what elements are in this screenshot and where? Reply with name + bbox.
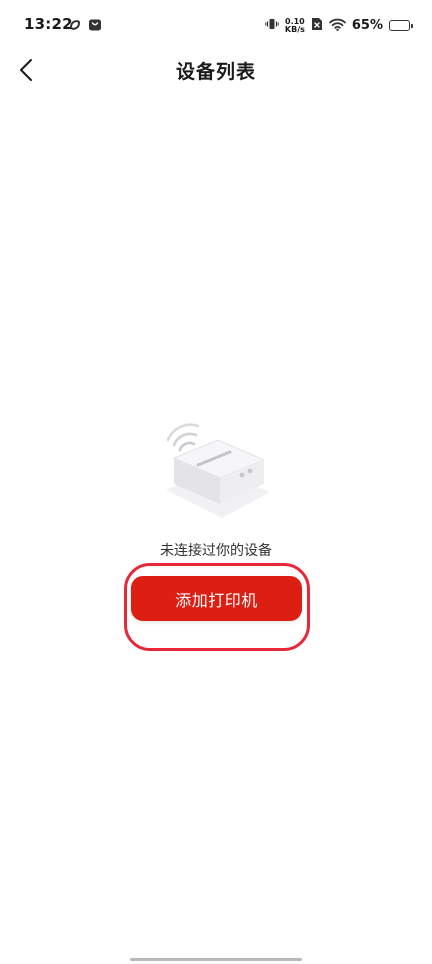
- notification-icons: [68, 17, 102, 36]
- status-right: 0.10 KB/s 65%: [265, 16, 413, 35]
- add-printer-button[interactable]: 添加打印机: [131, 576, 302, 621]
- no-sim-icon: [311, 16, 323, 35]
- empty-state-message: 未连接过你的设备: [160, 543, 272, 559]
- empty-state-illustration: [150, 420, 280, 535]
- page-title: 设备列表: [175, 61, 256, 83]
- status-time: 13:22: [24, 15, 73, 33]
- sync-icon: [68, 17, 82, 36]
- battery-icon: [389, 20, 413, 31]
- network-speed: 0.10 KB/s: [284, 17, 305, 34]
- home-indicator[interactable]: [130, 958, 302, 961]
- wifi-icon: [328, 16, 346, 35]
- printer-icon: [166, 423, 270, 518]
- vibrate-icon: [265, 16, 279, 35]
- network-speed-unit: KB/s: [284, 24, 305, 34]
- bag-icon: [88, 17, 102, 36]
- navigation-header: 设备列表: [0, 50, 432, 90]
- battery-percent: 65%: [351, 18, 383, 33]
- status-bar: 13:22 0.10 KB/s 65%: [0, 0, 432, 50]
